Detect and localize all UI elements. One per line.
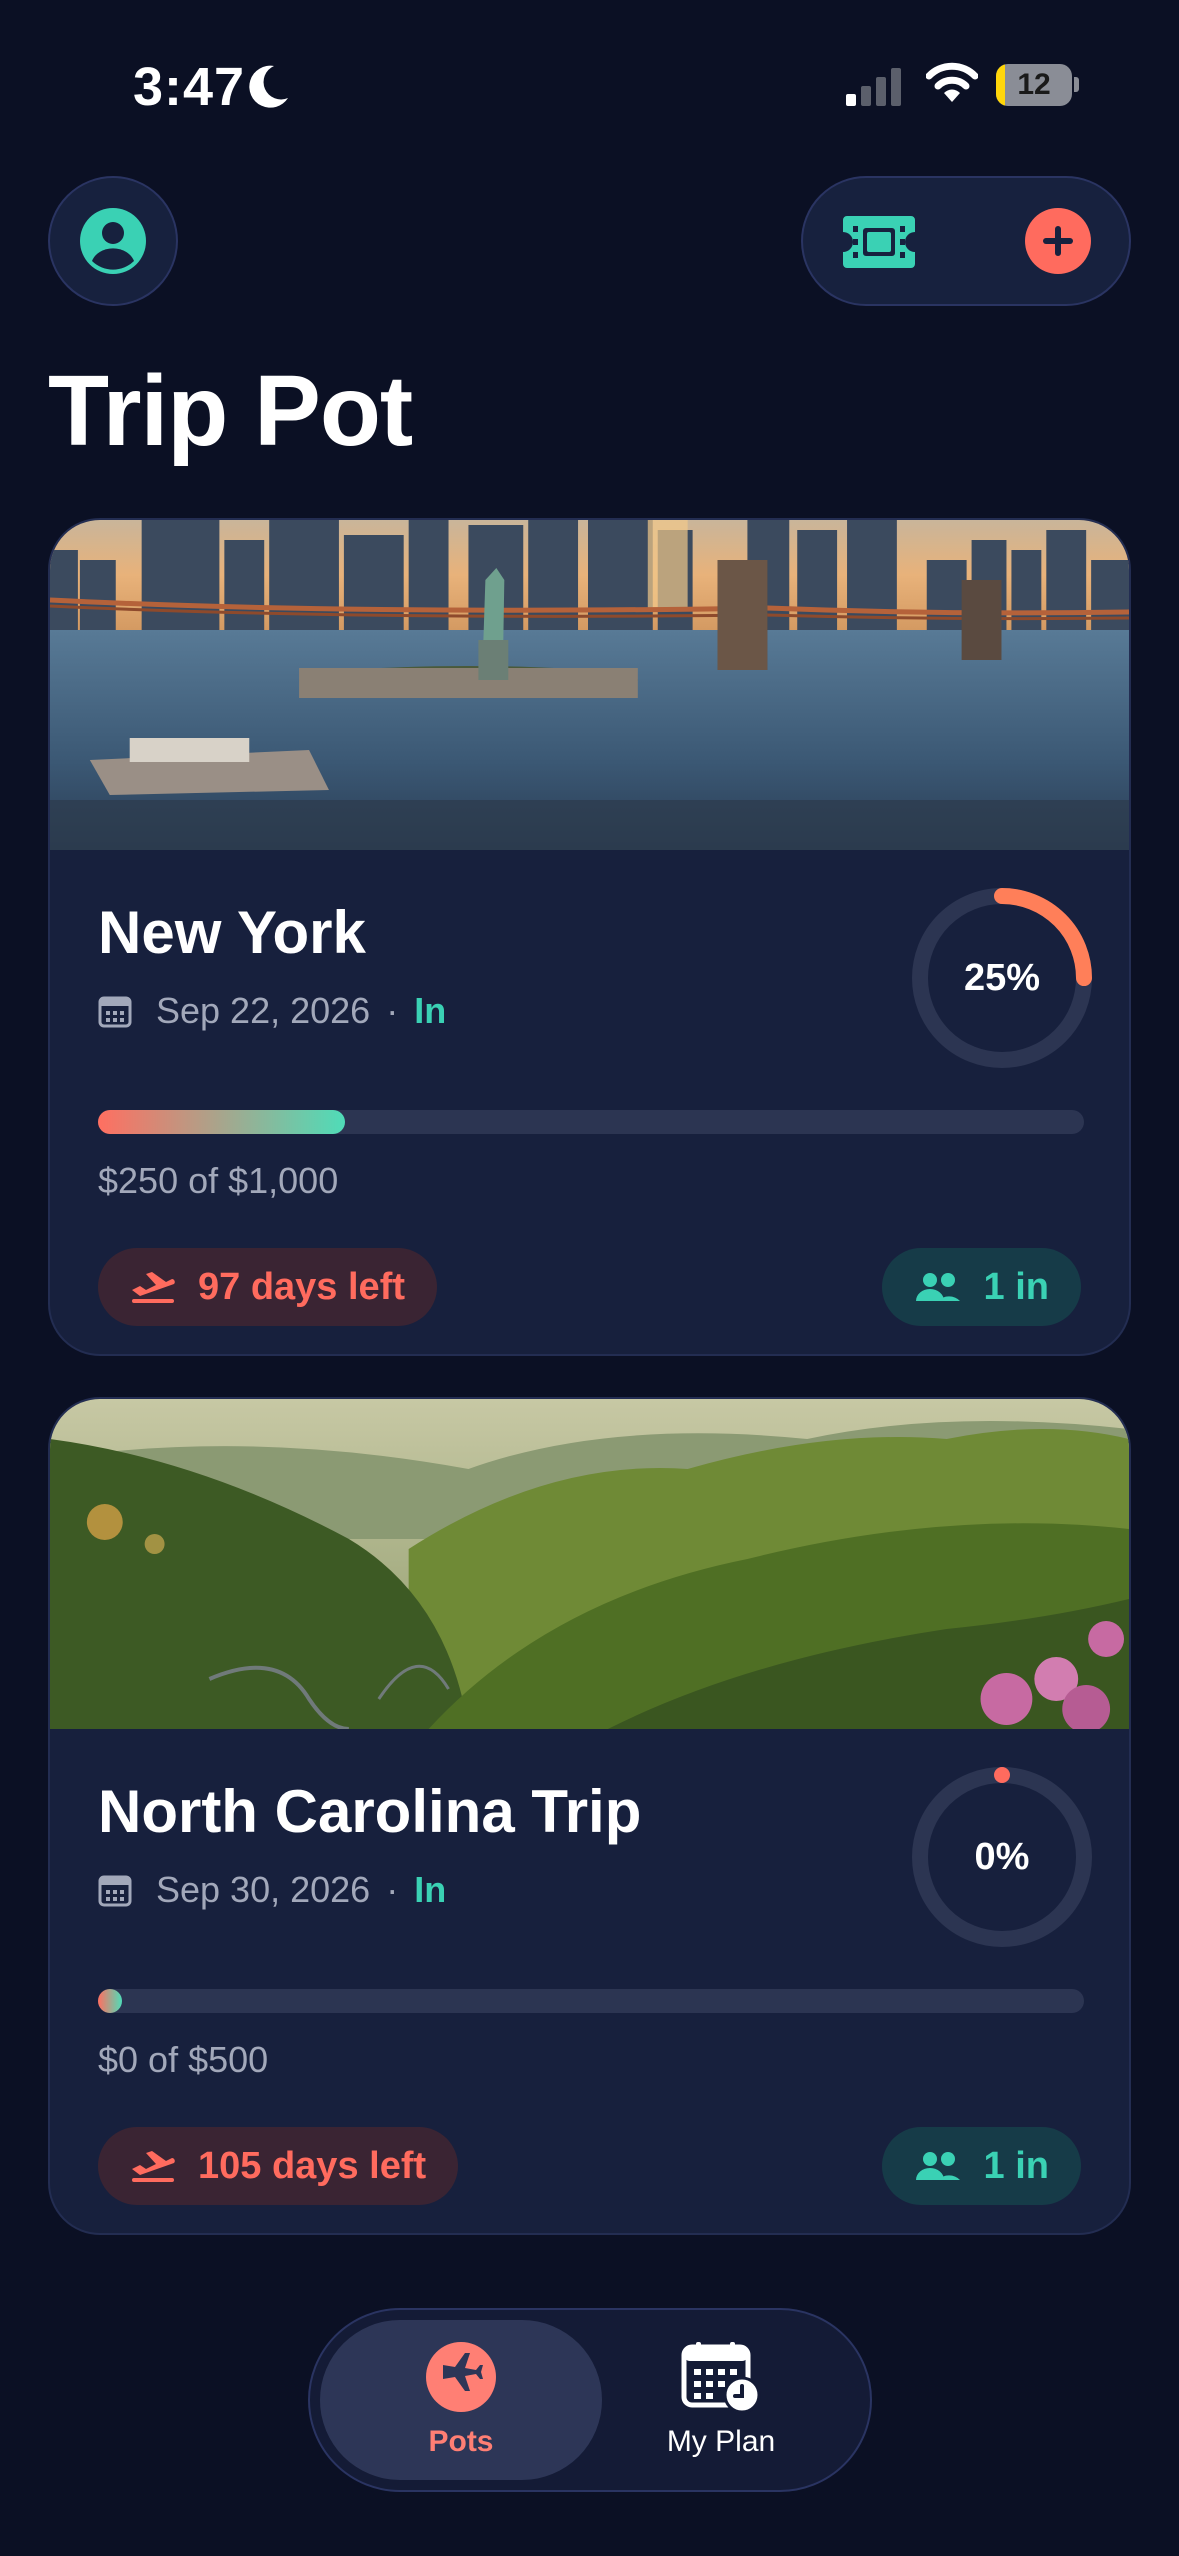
days-left-text: 105 days left bbox=[198, 2144, 427, 2187]
page-title: Trip Pot bbox=[48, 355, 413, 467]
progress-bar-fill bbox=[98, 1989, 122, 2013]
trip-date-row: Sep 22, 2026 · In bbox=[98, 990, 446, 1032]
days-left-text: 97 days left bbox=[198, 1265, 405, 1308]
battery-icon: 12 bbox=[996, 64, 1079, 106]
profile-icon bbox=[80, 208, 146, 274]
tab-bar: Pots My Plan bbox=[308, 2308, 872, 2492]
people-icon bbox=[914, 2150, 962, 2182]
calendar-icon bbox=[98, 1873, 132, 1907]
progress-bar-fill bbox=[98, 1110, 345, 1134]
progress-percent: 0% bbox=[974, 1835, 1030, 1878]
trip-status: In bbox=[414, 990, 447, 1031]
tab-pots[interactable]: Pots bbox=[320, 2320, 602, 2480]
progress-percent: 25% bbox=[963, 956, 1041, 999]
days-left-badge: 105 days left bbox=[98, 2127, 459, 2205]
date-separator: · bbox=[386, 1869, 399, 1910]
trip-date: Sep 22, 2026 bbox=[156, 990, 371, 1031]
plane-icon bbox=[130, 2149, 176, 2183]
members-badge[interactable]: 1 in bbox=[881, 1248, 1081, 1326]
members-text: 1 in bbox=[983, 1265, 1049, 1308]
tab-pots-label: Pots bbox=[428, 2425, 494, 2458]
header-actions bbox=[801, 176, 1131, 306]
tickets-button[interactable] bbox=[839, 212, 919, 277]
battery-percent: 12 bbox=[1017, 68, 1051, 101]
calendar-clock-icon bbox=[681, 2342, 761, 2413]
trip-image-new-york bbox=[50, 520, 1129, 850]
profile-button[interactable] bbox=[48, 176, 178, 306]
status-time: 3:47 bbox=[133, 57, 246, 117]
plane-icon bbox=[130, 1270, 176, 1304]
tab-my-plan-label: My Plan bbox=[666, 2425, 776, 2458]
trip-name: North Carolina Trip bbox=[98, 1778, 642, 1845]
amount-text: $0 of $500 bbox=[98, 2039, 269, 2080]
members-badge[interactable]: 1 in bbox=[881, 2127, 1081, 2205]
trip-card-north-carolina[interactable]: North Carolina Trip Sep 30, 2026 · In 0%… bbox=[48, 1397, 1131, 2235]
trip-card-new-york[interactable]: New York Sep 22, 2026 · In 25% $250 of $… bbox=[48, 518, 1131, 1356]
moon-icon bbox=[249, 65, 288, 108]
progress-bar bbox=[98, 1989, 1084, 2013]
signal-icon bbox=[846, 68, 901, 106]
wifi-icon bbox=[926, 62, 978, 102]
progress-bar bbox=[98, 1110, 1084, 1134]
tab-my-plan[interactable]: My Plan bbox=[580, 2320, 862, 2480]
date-separator: · bbox=[386, 990, 399, 1031]
amount-text: $250 of $1,000 bbox=[98, 1160, 339, 1201]
trip-date-row: Sep 30, 2026 · In bbox=[98, 1869, 446, 1911]
people-icon bbox=[914, 1271, 962, 1303]
trip-name: New York bbox=[98, 899, 366, 966]
plus-icon bbox=[1043, 226, 1073, 256]
days-left-badge: 97 days left bbox=[98, 1248, 437, 1326]
trip-status: In bbox=[414, 1869, 447, 1910]
calendar-icon bbox=[98, 994, 132, 1028]
add-trip-button[interactable] bbox=[1025, 208, 1091, 274]
trip-image-north-carolina bbox=[50, 1399, 1129, 1729]
ticket-icon bbox=[843, 216, 915, 268]
trip-date: Sep 30, 2026 bbox=[156, 1869, 371, 1910]
members-text: 1 in bbox=[983, 2144, 1049, 2187]
plane-icon bbox=[426, 2342, 496, 2412]
